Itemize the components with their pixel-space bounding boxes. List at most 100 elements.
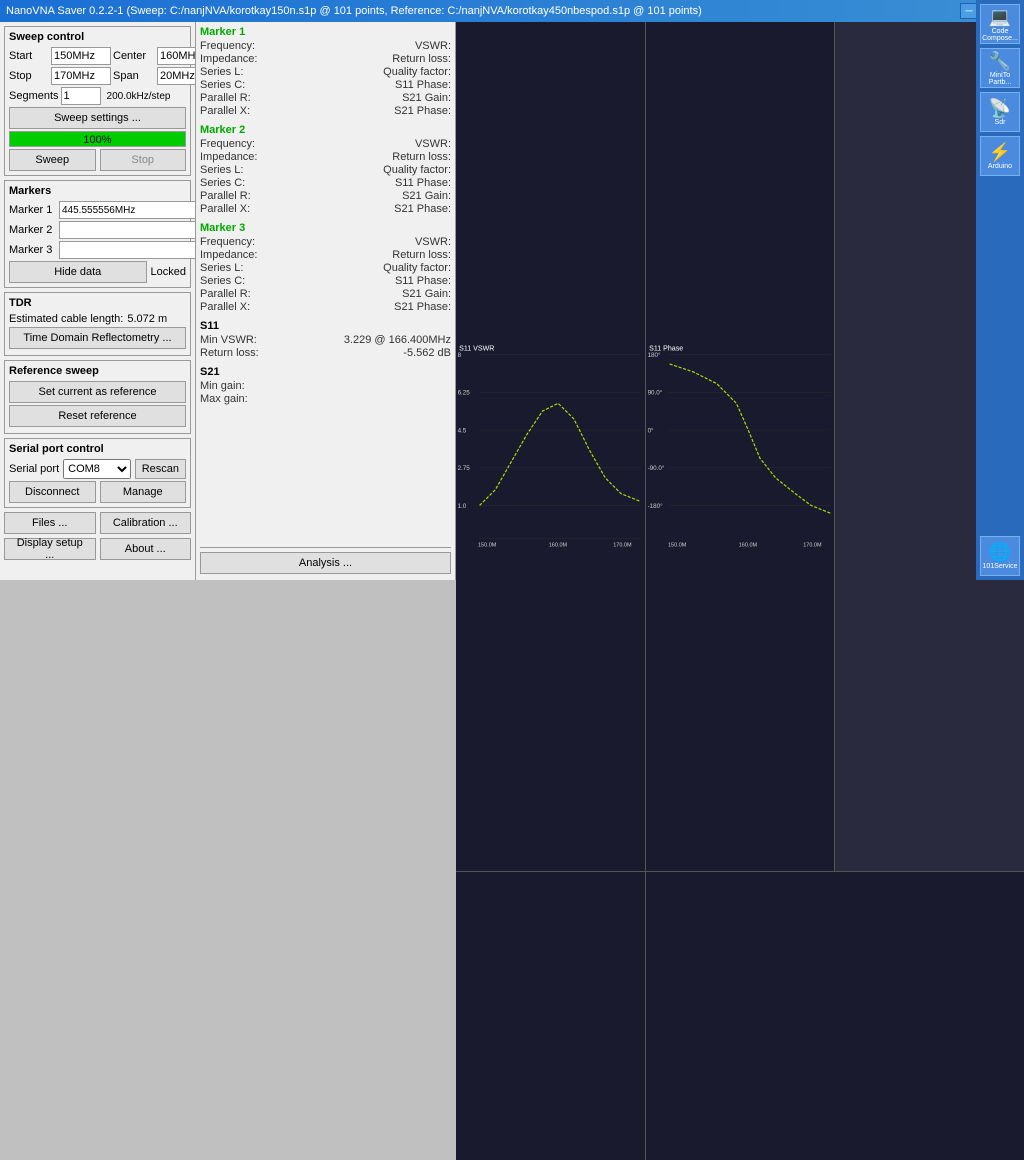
main-content: Sweep control Start Center Stop Span Seg… (0, 22, 1024, 580)
marker1-input[interactable] (59, 201, 196, 219)
sweep-buttons-row: Sweep Stop (9, 149, 186, 171)
hide-data-button[interactable]: Hide data (9, 261, 147, 283)
display-setup-button[interactable]: Display setup ... (4, 538, 96, 560)
progress-bar-container: 100% (9, 131, 186, 147)
svg-text:160.0M: 160.0M (738, 542, 757, 548)
impedance-chart: R = S11 R+jX (Ω) = X 306.0 246.6 187.2 1… (456, 872, 645, 1160)
serial-port-title: Serial port control (9, 443, 186, 455)
middle-panel: Marker 1 Frequency: VSWR: Impedance: Ret… (196, 22, 456, 580)
svg-text:90.0°: 90.0° (647, 389, 662, 397)
marker2-data-title: Marker 2 (200, 124, 451, 136)
reset-reference-button[interactable]: Reset reference (9, 405, 186, 427)
cable-length-row: Estimated cable length: 5.072 m (9, 313, 186, 325)
m1-frequency-row: Frequency: VSWR: (200, 40, 451, 52)
m2-return-loss-key: Return loss: (392, 151, 451, 163)
locked-label: Locked (151, 261, 186, 283)
stop-button[interactable]: Stop (100, 149, 187, 171)
segments-label: Segments (9, 90, 59, 102)
m3-s11phase-key: S11 Phase: (395, 275, 451, 287)
svg-text:-90.0°: -90.0° (647, 464, 664, 472)
m3-impedance-key: Impedance: (200, 249, 280, 261)
middle-bottom: Analysis ... (200, 547, 451, 576)
m2-vswr-key: VSWR: (415, 138, 451, 150)
serial-port-select[interactable]: COM8 (63, 459, 131, 479)
reference-sweep-title: Reference sweep (9, 365, 186, 377)
m1-return-loss-key: Return loss: (392, 53, 451, 65)
cable-length-value: 5.072 m (127, 313, 167, 325)
m2-quality-key: Quality factor: (383, 164, 451, 176)
s11-return-loss-label: Return loss: (200, 347, 280, 359)
marker2-label: Marker 2 (9, 224, 57, 236)
s21-min-gain-label: Min gain: (200, 380, 280, 392)
marker3-input[interactable] (59, 241, 196, 259)
center-input[interactable] (157, 47, 196, 65)
rescan-button[interactable]: Rescan (135, 459, 186, 479)
start-input[interactable] (51, 47, 111, 65)
m1-frequency-key: Frequency: (200, 40, 280, 52)
m3-s21phase-key: S21 Phase: (394, 301, 451, 313)
m1-series-l-row: Series L: Quality factor: (200, 66, 451, 78)
m1-impedance-key: Impedance: (200, 53, 280, 65)
marker3-data-title: Marker 3 (200, 222, 451, 234)
m3-parallel-r-key: Parallel R: (200, 288, 280, 300)
svg-text:160.0M: 160.0M (549, 542, 568, 548)
set-reference-button[interactable]: Set current as reference (9, 381, 186, 403)
markers-title: Markers (9, 185, 186, 197)
m2-series-l-key: Series L: (200, 164, 280, 176)
m3-parallel-x-key: Parallel X: (200, 301, 280, 313)
title-bar: NanoVNA Saver 0.2.2-1 (Sweep: C:/nanjNVA… (0, 0, 1024, 22)
span-input[interactable] (157, 67, 196, 85)
segments-input[interactable] (61, 87, 101, 105)
left-panel: Sweep control Start Center Stop Span Seg… (0, 22, 196, 580)
m3-vswr-key: VSWR: (415, 236, 451, 248)
m2-s21phase-key: S21 Phase: (394, 203, 451, 215)
files-button[interactable]: Files ... (4, 512, 96, 534)
sweep-settings-button[interactable]: Sweep settings ... (9, 107, 186, 129)
m2-impedance-key: Impedance: (200, 151, 280, 163)
m3-return-loss-key: Return loss: (392, 249, 451, 261)
m1-parallel-x-row: Parallel X: S21 Phase: (200, 105, 451, 117)
disconnect-button[interactable]: Disconnect (9, 481, 96, 503)
analysis-button[interactable]: Analysis ... (200, 552, 451, 574)
serial-port-row: Serial port COM8 Rescan (9, 459, 186, 479)
tdr-section: TDR Estimated cable length: 5.072 m Time… (4, 292, 191, 356)
marker2-input[interactable] (59, 221, 196, 239)
tdr-button[interactable]: Time Domain Reflectometry ... (9, 327, 186, 349)
s21-title: S21 (200, 366, 451, 378)
serial-control-row: Disconnect Manage (9, 481, 186, 503)
sweep-button[interactable]: Sweep (9, 149, 96, 171)
svg-text:6.25: 6.25 (458, 390, 471, 397)
minitools-icon[interactable]: 🔧 MiniToPartb... (980, 48, 1020, 88)
marker1-label: Marker 1 (9, 204, 57, 216)
svg-text:-180°: -180° (647, 502, 663, 510)
m1-s11phase-key: S11 Phase: (395, 79, 451, 91)
manage-button[interactable]: Manage (100, 481, 187, 503)
arduino-icon[interactable]: ⚡ Arduino (980, 136, 1020, 176)
m1-s21phase-key: S21 Phase: (394, 105, 451, 117)
sdr-icon[interactable]: 📡 Sdr (980, 92, 1020, 132)
code-composer-icon[interactable]: 💻 CodeCompose... (980, 4, 1020, 44)
s21-section: S21 Min gain: Max gain: (200, 366, 451, 406)
about-button[interactable]: About ... (100, 538, 192, 560)
m1-series-l-key: Series L: (200, 66, 280, 78)
m1-s21gain-key: S21 Gain: (402, 92, 451, 104)
iot-service-icon[interactable]: 🌐 101Service (980, 536, 1020, 576)
span-label: Span (113, 70, 155, 82)
m3-series-l-key: Series L: (200, 262, 280, 274)
m1-quality-key: Quality factor: (383, 66, 451, 78)
svg-text:0°: 0° (647, 426, 653, 434)
s11-min-vswr-value: 3.229 @ 166.400MHz (344, 334, 451, 346)
display-about-row: Display setup ... About ... (4, 538, 191, 560)
sweep-start-row: Start Center (9, 47, 186, 65)
svg-text:170.0M: 170.0M (613, 542, 632, 548)
calibration-button[interactable]: Calibration ... (100, 512, 192, 534)
serial-port-label: Serial port (9, 463, 59, 475)
svg-text:4.5: 4.5 (458, 427, 467, 434)
markers-section: Markers Marker 1 Marker 2 Marker 3 Hid (4, 180, 191, 288)
s11-return-loss-value: -5.562 dB (403, 347, 451, 359)
stop-input[interactable] (51, 67, 111, 85)
center-label: Center (113, 50, 155, 62)
s21-max-gain-row: Max gain: (200, 393, 451, 405)
marker3-data-section: Marker 3 Frequency:VSWR: Impedance:Retur… (200, 222, 451, 314)
window-title: NanoVNA Saver 0.2.2-1 (Sweep: C:/nanjNVA… (6, 5, 960, 17)
